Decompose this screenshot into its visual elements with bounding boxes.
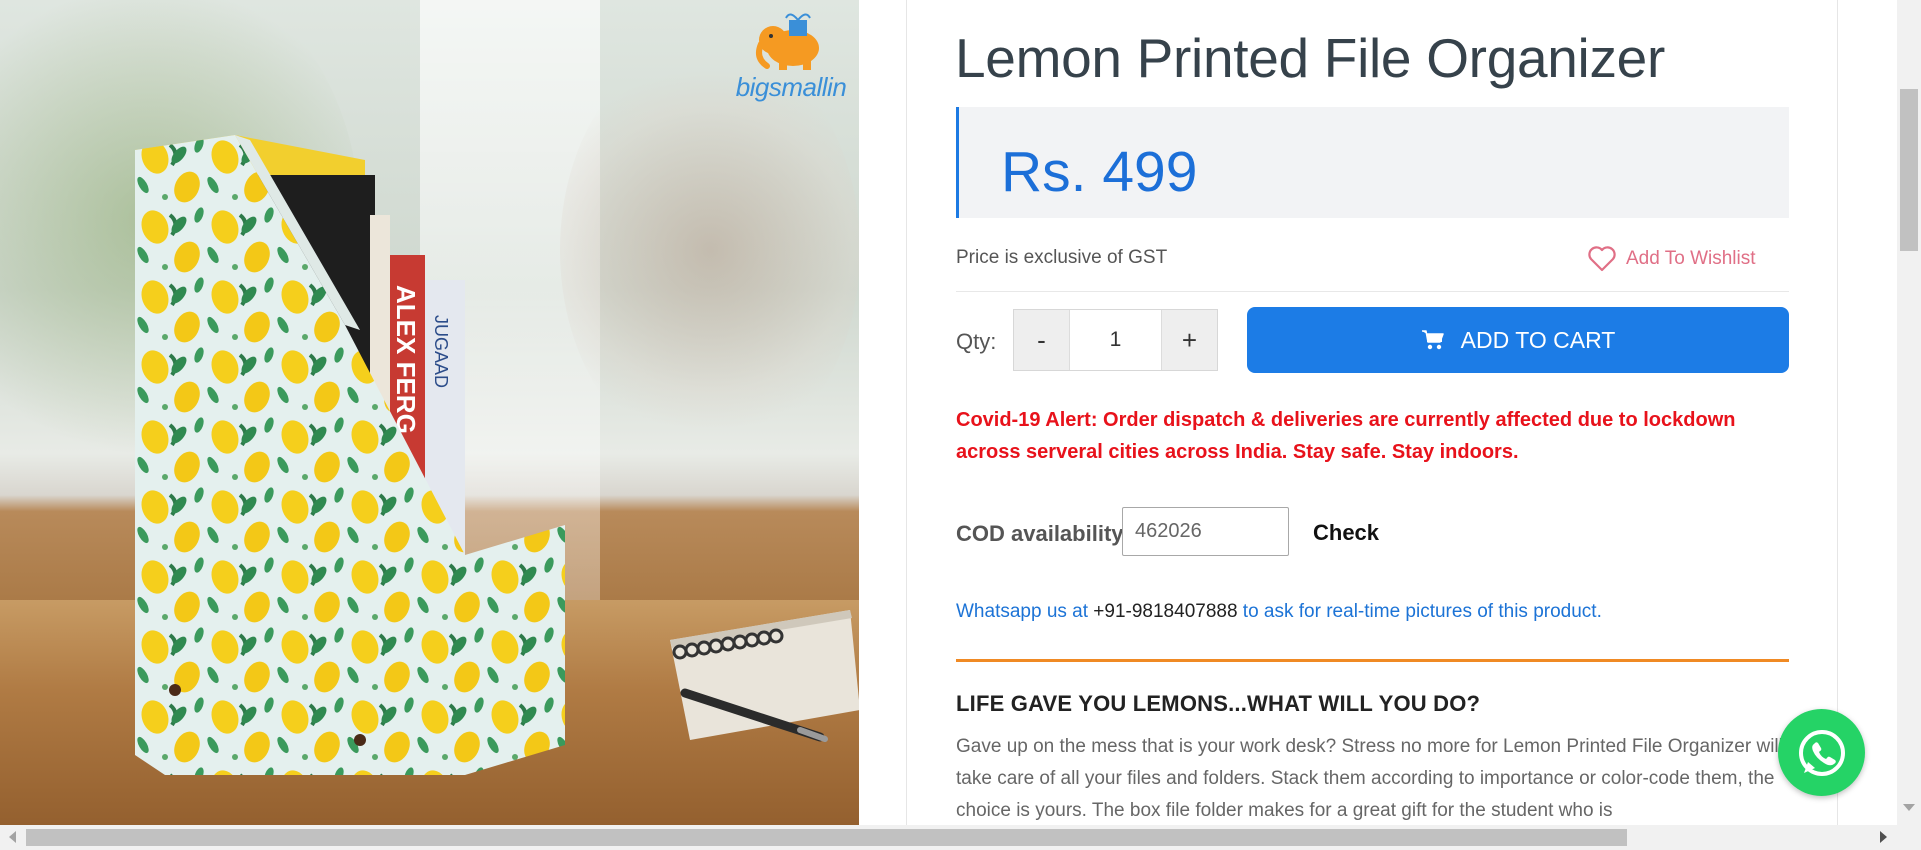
pincode-input[interactable] <box>1122 507 1289 556</box>
cart-icon <box>1421 330 1444 350</box>
product-price: Rs. 499 <box>1001 140 1198 204</box>
description-heading: LIFE GAVE YOU LEMONS...WHAT WILL YOU DO? <box>956 691 1481 716</box>
product-title: Lemon Printed File Organizer <box>955 27 1665 89</box>
pen-illustration <box>680 688 828 742</box>
cod-check-button[interactable]: Check <box>1313 520 1379 546</box>
brand-logo-text: bigsmallin <box>735 72 847 102</box>
column-divider <box>1837 0 1838 825</box>
whatsapp-float-button[interactable] <box>1778 709 1865 796</box>
whatsapp-contact-line[interactable]: Whatsapp us at +91-9818407888 to ask for… <box>956 601 1602 623</box>
vertical-scroll-thumb[interactable] <box>1900 89 1918 251</box>
scroll-down-arrow-icon[interactable] <box>1903 804 1915 811</box>
elephant-logo-icon <box>756 13 819 70</box>
quantity-input[interactable] <box>1069 310 1162 370</box>
quantity-decrement-button[interactable]: - <box>1014 310 1069 370</box>
price-box: Rs. 499 <box>956 107 1789 218</box>
scroll-left-arrow-icon[interactable] <box>9 831 16 843</box>
file-organizer-illustration: JUGAAD ALEX FERG <box>135 135 565 775</box>
add-to-wishlist-button[interactable]: Add To Wishlist <box>1588 246 1756 272</box>
divider <box>956 291 1789 292</box>
heart-icon <box>1588 246 1616 272</box>
quantity-increment-button[interactable]: + <box>1162 310 1217 370</box>
horizontal-scroll-thumb[interactable] <box>26 829 1627 846</box>
column-divider <box>906 0 907 825</box>
brand-logo[interactable]: bigsmallin <box>735 10 847 130</box>
svg-text:JUGAAD: JUGAAD <box>431 315 451 388</box>
wishlist-label: Add To Wishlist <box>1626 248 1756 269</box>
add-to-cart-label: ADD TO CART <box>1460 326 1616 353</box>
add-to-cart-button[interactable]: ADD TO CART <box>1247 307 1789 373</box>
gst-note: Price is exclusive of GST <box>956 247 1168 268</box>
vertical-scrollbar[interactable] <box>1897 0 1921 825</box>
whatsapp-icon <box>1798 729 1845 776</box>
cod-label: COD availability <box>956 521 1124 546</box>
svg-text:ALEX FERG: ALEX FERG <box>391 285 421 434</box>
horizontal-scrollbar[interactable] <box>0 825 1921 850</box>
covid-alert: Covid-19 Alert: Order dispatch & deliver… <box>956 409 1736 463</box>
whatsapp-prefix: Whatsapp us at <box>956 601 1094 622</box>
quantity-stepper: - + <box>1013 309 1218 371</box>
product-image[interactable]: JUGAAD ALEX FERG bigsmallin <box>0 0 859 825</box>
section-divider <box>956 659 1789 662</box>
description-body: Gave up on the mess that is your work de… <box>956 736 1783 821</box>
whatsapp-suffix: to ask for real-time pictures of this pr… <box>1237 601 1602 622</box>
whatsapp-phone: +91-9818407888 <box>1093 601 1238 622</box>
quantity-label: Qty: <box>956 329 997 354</box>
scroll-right-arrow-icon[interactable] <box>1880 831 1887 843</box>
